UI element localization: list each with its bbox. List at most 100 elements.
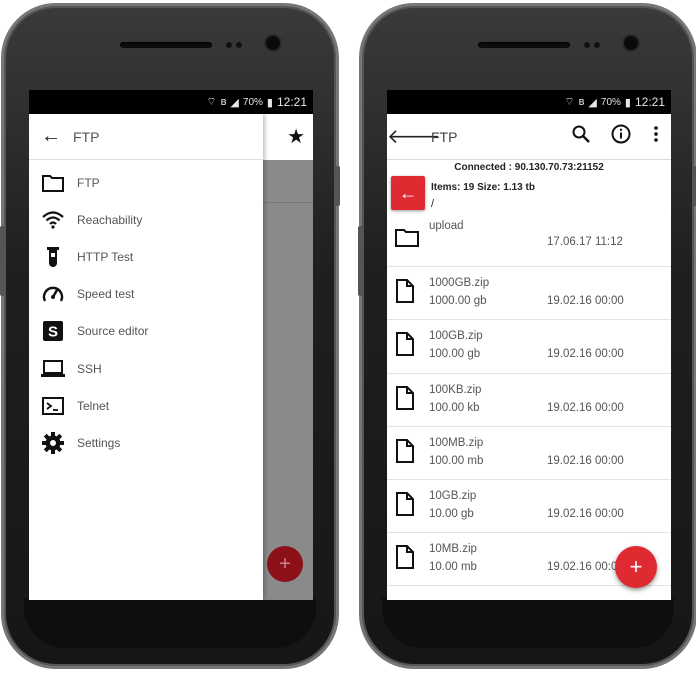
screen-right: ⌔ ʙ ◢ 70% ▮ 12:21 🡐 FTP Connected : 90.1… [387, 90, 671, 600]
file-list: upload 17.06.17 11:12 1000GB.zip 1000.00… [387, 214, 671, 587]
wifi-icon [39, 209, 67, 231]
file-date: 19.02.16 00:00 [547, 348, 624, 361]
overflow-menu-icon[interactable] [641, 126, 671, 147]
drawer-item-source-editor[interactable]: S Source editor [29, 313, 263, 350]
phone-right: ⌔ ʙ ◢ 70% ▮ 12:21 🡐 FTP Connected : 90.1… [358, 6, 696, 666]
drawer-item-label: FTP [77, 175, 100, 190]
terminal-icon [39, 395, 67, 417]
file-size: 100.00 mb [429, 454, 484, 467]
file-date: 19.02.16 00:00 [547, 561, 624, 574]
file-size: 10.00 mb [429, 561, 477, 574]
status-bar: ⌔ ʙ ◢ 70% ▮ 12:21 [387, 90, 671, 114]
drawer-item-settings[interactable]: Settings [29, 424, 263, 461]
parent-directory-button[interactable]: ← [391, 176, 425, 210]
file-date: 17.06.17 11:12 [547, 236, 623, 248]
file-row[interactable]: upload 17.06.17 11:12 [387, 214, 671, 268]
navigation-drawer: ← FTP FTP Reachability HTTP Test Speed t… [29, 114, 263, 600]
folder-icon [395, 226, 419, 252]
file-size: 10.00 gb [429, 507, 474, 520]
drawer-item-label: HTTP Test [77, 249, 134, 264]
drawer-item-ssh[interactable]: SSH [29, 350, 263, 387]
app-bar: 🡐 FTP [387, 114, 671, 160]
file-name: 100KB.zip [429, 383, 482, 396]
back-arrow-icon[interactable]: 🡐 [387, 124, 441, 149]
bluetooth-status-icon: ʙ [220, 96, 227, 108]
earpiece-speaker [120, 42, 212, 48]
status-time: 12:21 [634, 95, 665, 109]
source-s-icon: S [39, 320, 67, 342]
file-row[interactable]: 1000GB.zip 1000.00 gb 19.02.16 00:00 [387, 267, 671, 321]
phone-chin [382, 598, 674, 648]
drawer-item-label: Reachability [77, 212, 143, 227]
test-tube-icon [39, 246, 67, 268]
current-path: / [431, 198, 435, 210]
star-icon[interactable]: ★ [287, 114, 305, 160]
search-icon[interactable] [561, 125, 601, 148]
gear-icon [39, 431, 67, 454]
file-size: 100.00 gb [429, 348, 481, 361]
file-row[interactable]: 100KB.zip 100.00 kb 19.02.16 00:00 [387, 374, 671, 427]
file-name: upload [429, 220, 464, 232]
drawer-item-label: Source editor [77, 324, 149, 339]
file-icon [395, 279, 419, 305]
wifi-status-icon: ⌔ [206, 96, 217, 108]
file-icon [395, 491, 419, 518]
items-size-label: Items: 19 Size: 1.13 tb [431, 182, 535, 193]
screen-left: ⌔ ʙ ◢ 70% ▮ 12:21 + ← FTP FTP Reachabili… [29, 90, 313, 600]
file-name: 10MB.zip [429, 543, 477, 556]
battery-percent: 70% [600, 96, 621, 108]
drawer-item-http-test[interactable]: HTTP Test [29, 238, 263, 275]
drawer-header: ← FTP [29, 114, 263, 160]
add-fab-button[interactable]: + [615, 546, 657, 588]
status-time: 12:21 [276, 95, 307, 109]
file-name: 100GB.zip [429, 330, 483, 343]
sensor-dots [584, 42, 600, 48]
signal-status-icon: ◢ [588, 96, 597, 109]
bluetooth-status-icon: ʙ [578, 96, 585, 108]
file-size: 100.00 kb [429, 401, 480, 414]
drawer-item-telnet[interactable]: Telnet [29, 387, 263, 424]
drawer-item-reachability[interactable]: Reachability [29, 201, 263, 238]
drawer-item-label: Telnet [77, 398, 110, 413]
dimmed-content[interactable] [263, 160, 313, 600]
file-name: 1000GB.zip [429, 277, 490, 290]
phone-chin [24, 598, 316, 648]
file-name: 100MB.zip [429, 436, 484, 449]
info-icon[interactable] [601, 124, 641, 149]
file-row[interactable]: 100MB.zip 100.00 mb 19.02.16 00:00 [387, 427, 671, 480]
volume-button [358, 226, 363, 296]
speedometer-icon [39, 283, 67, 305]
front-camera [266, 36, 280, 50]
page-title: FTP [431, 128, 458, 145]
drawer-item-ftp[interactable]: FTP [29, 164, 263, 201]
status-bar: ⌔ ʙ ◢ 70% ▮ 12:21 [29, 90, 313, 114]
drawer-title: FTP [73, 128, 100, 145]
file-icon [395, 545, 419, 571]
folder-icon [39, 172, 67, 194]
svg-text:S: S [48, 324, 58, 341]
battery-percent: 70% [242, 96, 263, 108]
earpiece-speaker [478, 42, 570, 48]
back-arrow-icon[interactable]: ← [29, 125, 73, 148]
phone-left: ⌔ ʙ ◢ 70% ▮ 12:21 + ← FTP FTP Reachabili… [0, 6, 340, 666]
drawer-item-label: SSH [77, 361, 102, 376]
file-icon [395, 385, 419, 412]
file-name: 10GB.zip [429, 489, 477, 502]
file-size: 1000.00 gb [429, 295, 487, 308]
file-date: 19.02.16 00:00 [547, 454, 624, 467]
file-icon [395, 332, 419, 358]
drawer-item-speed-test[interactable]: Speed test [29, 276, 263, 313]
file-icon [395, 438, 419, 465]
drawer-item-label: Settings [77, 435, 121, 450]
file-date: 19.02.16 00:00 [547, 295, 624, 308]
signal-status-icon: ◢ [230, 96, 239, 109]
connection-info: Connected : 90.130.70.73:21152 Items: 19… [387, 160, 671, 212]
drawer-menu: FTP Reachability HTTP Test Speed test S … [29, 160, 263, 462]
volume-button [0, 226, 5, 296]
file-date: 19.02.16 00:00 [547, 507, 624, 520]
file-row[interactable]: 100GB.zip 100.00 gb 19.02.16 00:00 [387, 320, 671, 374]
laptop-icon [39, 358, 67, 380]
sensor-dots [226, 42, 242, 48]
battery-icon: ▮ [624, 96, 631, 109]
file-row[interactable]: 10GB.zip 10.00 gb 19.02.16 00:00 [387, 480, 671, 534]
